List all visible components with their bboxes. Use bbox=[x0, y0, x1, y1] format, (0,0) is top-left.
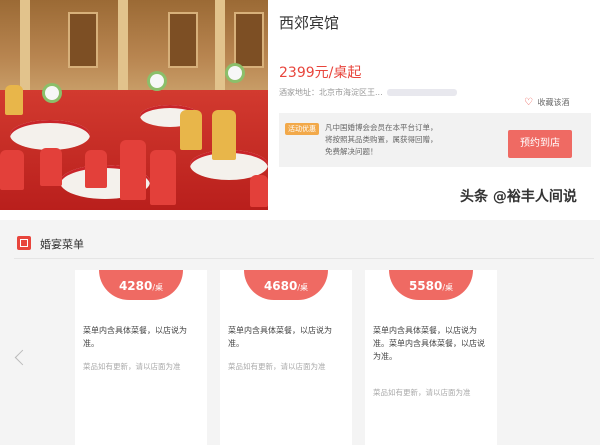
menu-price: 4280 bbox=[118, 279, 153, 293]
flower-centerpiece bbox=[150, 74, 164, 88]
banquet-chair bbox=[40, 148, 62, 186]
favorite-button[interactable]: ♡ 收藏该酒 bbox=[524, 97, 570, 108]
promo-text: 凡中国婚博会会员在本平台订单， 将按照其品类购置，属获得回赠， 免费解决问题！ bbox=[325, 122, 485, 158]
divider bbox=[14, 258, 594, 259]
heart-icon: ♡ bbox=[524, 97, 533, 108]
menu-price-ribbon: 4280/桌 bbox=[99, 270, 183, 300]
menu-price-ribbon: 5580/桌 bbox=[389, 270, 473, 300]
menu-description: 菜单内含具体菜餐，以店说为准。 bbox=[83, 326, 187, 348]
watermark: 头条 @裕丰人间说 bbox=[460, 189, 577, 205]
banquet-chair bbox=[120, 140, 146, 200]
promo-tag: 活动优惠 bbox=[285, 123, 319, 135]
menu-card[interactable]: 4280/桌 菜单内含具体菜餐，以店说为准。 菜品如有更新，请以店面为准 bbox=[75, 270, 207, 445]
menu-note: 菜品如有更新，请以店面为准 bbox=[83, 362, 181, 371]
banquet-chair bbox=[5, 85, 23, 115]
address-redacted bbox=[387, 89, 458, 96]
book-visit-button[interactable]: 预约到店 bbox=[508, 130, 572, 158]
banquet-chair bbox=[85, 150, 107, 188]
hotel-address: 酒家地址：北京市海淀区王... bbox=[279, 87, 458, 98]
banquet-chair bbox=[212, 110, 236, 160]
flower-centerpiece bbox=[228, 66, 242, 80]
promo-line: 将按照其品类购置，属获得回赠， bbox=[325, 135, 438, 144]
chevron-left-icon[interactable] bbox=[14, 352, 28, 366]
menu-price-ribbon: 4680/桌 bbox=[244, 270, 328, 300]
menu-card[interactable]: 5580/桌 菜单内含具体菜餐，以店说为准。菜单内含具体菜餐，以店说为准。 菜品… bbox=[365, 270, 497, 445]
menu-price-unit: /桌 bbox=[152, 283, 164, 292]
menu-note: 菜品如有更新，请以店面为准 bbox=[228, 362, 326, 371]
menu-description: 菜单内含具体菜餐，以店说为准。菜单内含具体菜餐，以店说为准。 bbox=[373, 326, 485, 361]
hotel-photo[interactable] bbox=[0, 0, 268, 210]
banquet-table bbox=[10, 120, 90, 150]
promo-box: 活动优惠 凡中国婚博会会员在本平台订单， 将按照其品类购置，属获得回赠， 免费解… bbox=[279, 113, 591, 167]
photo-door bbox=[168, 12, 198, 68]
hotel-price: 2399元/桌起 bbox=[279, 65, 362, 81]
banquet-chair bbox=[0, 150, 24, 190]
banquet-chair bbox=[150, 150, 176, 205]
menu-description: 菜单内含具体菜餐，以店说为准。 bbox=[228, 326, 332, 348]
photo-door bbox=[234, 12, 264, 68]
promo-line: 凡中国婚博会会员在本平台订单， bbox=[325, 123, 438, 132]
menu-note: 菜品如有更新，请以店面为准 bbox=[373, 388, 471, 397]
photo-pillar bbox=[215, 0, 225, 95]
photo-wall bbox=[0, 0, 268, 95]
banquet-chair bbox=[250, 175, 268, 207]
photo-door bbox=[68, 12, 98, 68]
menu-price: 5580 bbox=[408, 279, 443, 293]
banquet-chair bbox=[180, 110, 202, 150]
menu-header bbox=[0, 226, 600, 258]
favorite-label: 收藏该酒 bbox=[537, 98, 570, 107]
menu-book-icon bbox=[17, 236, 31, 250]
flower-centerpiece bbox=[45, 86, 59, 100]
photo-pillar bbox=[20, 0, 30, 95]
menu-price: 4680 bbox=[263, 279, 298, 293]
menu-price-unit: /桌 bbox=[297, 283, 309, 292]
menu-section-title: 婚宴菜单 bbox=[40, 238, 84, 251]
photo-pillar bbox=[118, 0, 128, 95]
hotel-address-text: 酒家地址：北京市海淀区王... bbox=[279, 88, 383, 97]
promo-line: 免费解决问题！ bbox=[325, 147, 378, 156]
hotel-name: 西郊宾馆 bbox=[279, 14, 340, 32]
menu-card[interactable]: 4680/桌 菜单内含具体菜餐，以店说为准。 菜品如有更新，请以店面为准 bbox=[220, 270, 352, 445]
menu-price-unit: /桌 bbox=[442, 283, 454, 292]
